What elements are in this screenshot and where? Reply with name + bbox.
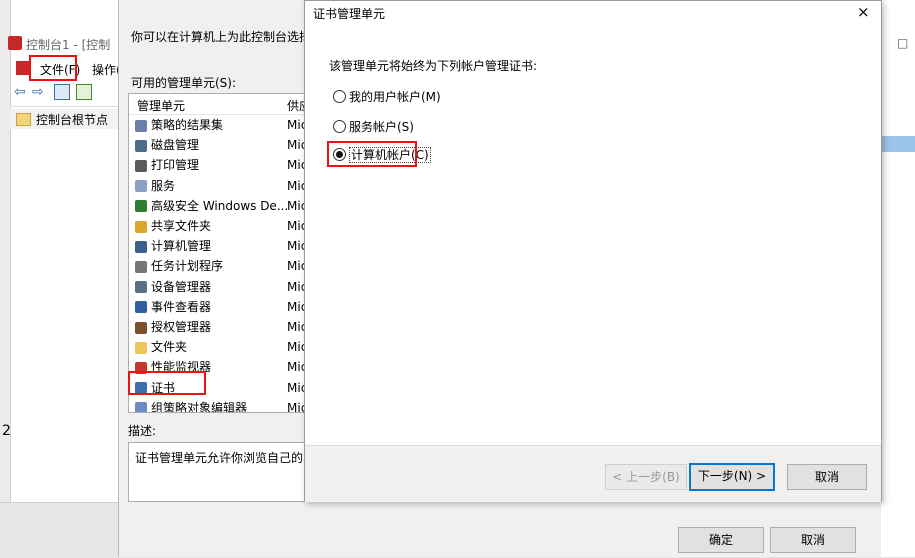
description-text: 证书管理单元允许你浏览自己的、 (135, 451, 316, 465)
event-viewer-icon (135, 301, 147, 314)
list-item[interactable]: 组策略对象编辑器 Mic (135, 399, 307, 413)
list-item[interactable]: 服务 Mic (135, 177, 307, 195)
group-policy-icon (135, 402, 147, 412)
list-item[interactable]: 磁盘管理 Mic (135, 136, 307, 154)
mmc-side-number: 2 (2, 423, 11, 439)
description-label: 描述: (128, 424, 157, 438)
highlight-certificate-item (128, 371, 206, 395)
back-arrow-icon[interactable]: ⇦ (14, 84, 26, 100)
back-button[interactable]: < 上一步(B) (605, 464, 687, 490)
right-pane-selection (881, 136, 915, 152)
mmc-titlebar: 控制台1 - [控制 (0, 30, 130, 56)
list-item[interactable]: 授权管理器 Mic (135, 318, 307, 336)
column-snapin[interactable]: 管理单元 (137, 97, 185, 114)
list-item[interactable]: 计算机管理 Mic (135, 237, 307, 255)
device-icon (135, 281, 147, 294)
ok-button[interactable]: 确定 (678, 527, 764, 553)
export-list-icon[interactable] (76, 84, 92, 100)
dialog-intro: 你可以在计算机上为此控制台选择 (131, 30, 312, 44)
clock-icon (135, 260, 147, 273)
printer-icon (135, 159, 147, 172)
mmc-right-pane: □ (880, 0, 915, 557)
radio-icon[interactable] (333, 120, 346, 133)
show-hide-tree-icon[interactable] (54, 84, 70, 100)
list-item[interactable]: 任务计划程序 Mic (135, 257, 307, 275)
list-header: 管理单元 供应 (129, 94, 317, 115)
list-item[interactable]: 设备管理器 Mic (135, 278, 307, 296)
radio-icon[interactable] (333, 90, 346, 103)
list-item-name: 共享文件夹 (151, 219, 212, 233)
tree-root-label: 控制台根节点 (36, 113, 109, 127)
wizard-title: 证书管理单元 (313, 7, 386, 21)
list-item[interactable]: 打印管理 Mic (135, 156, 307, 174)
console-icon (16, 61, 30, 75)
computer-management-icon (135, 240, 147, 253)
radio-user-account[interactable]: 我的用户帐户(M) (333, 87, 441, 107)
list-item[interactable]: 事件查看器 Mic (135, 298, 307, 316)
list-item-name: 磁盘管理 (151, 138, 200, 153)
forward-arrow-icon[interactable]: ⇨ (32, 84, 44, 100)
authorization-icon (135, 321, 147, 334)
list-item-name: 事件查看器 (151, 299, 212, 314)
mmc-toolbar: ⇦ ⇨ (14, 82, 130, 104)
firewall-icon (135, 200, 147, 213)
list-item-name: 文件夹 (151, 340, 188, 355)
list-item-name: 打印管理 (151, 158, 200, 173)
radio-service-account[interactable]: 服务帐户(S) (333, 117, 414, 137)
list-item[interactable]: 文件夹 Mic (135, 338, 307, 356)
list-item-name: 任务计划程序 (151, 259, 224, 274)
services-icon (135, 180, 147, 193)
addremove-cancel-button[interactable]: 取消 (770, 527, 856, 553)
certificate-snapin-wizard: 证书管理单元 × 该管理单元将始终为下列帐户管理证书: 我的用户帐户(M) 服务… (304, 0, 882, 502)
shared-folder-icon (135, 220, 147, 233)
wizard-button-bar: < 上一步(B) 下一步(N) > 取消 (305, 445, 881, 502)
available-snapins-label: 可用的管理单元(S): (131, 76, 237, 90)
wizard-content: 该管理单元将始终为下列帐户管理证书: 我的用户帐户(M) 服务帐户(S) 计算机… (315, 45, 869, 445)
list-item-name: 组策略对象编辑器 (151, 400, 248, 413)
folder-icon (16, 113, 31, 126)
list-item-name: 服务 (151, 178, 176, 193)
list-item[interactable]: 共享文件夹 Mic (135, 217, 307, 235)
close-icon[interactable]: × (857, 3, 870, 21)
available-snapins-list[interactable]: 管理单元 供应 策略的结果集 Mic 磁盘管理 Mic 打印管理 Mic 服务 Mic 高级安全… (128, 93, 318, 413)
next-button[interactable]: 下一步(N) > (689, 463, 775, 491)
highlight-file-menu (29, 55, 77, 81)
list-item[interactable]: 高级安全 Windows De... Mic (135, 197, 307, 215)
list-item-name: 计算机管理 (151, 239, 212, 254)
list-item-name: 高级安全 Windows De... (151, 198, 289, 213)
list-item-name: 授权管理器 (151, 320, 212, 334)
maximize-icon[interactable]: □ (897, 36, 908, 50)
mmc-app-icon (8, 36, 22, 50)
highlight-computer-account (327, 141, 417, 167)
wizard-prompt: 该管理单元将始终为下列帐户管理证书: (329, 59, 538, 73)
radio-service-account-label: 服务帐户(S) (349, 120, 414, 134)
disk-icon (135, 139, 147, 152)
list-item-name: 设备管理器 (151, 279, 212, 294)
mmc-title: 控制台1 - [控制 (26, 38, 111, 52)
folder-icon (135, 341, 147, 354)
description-box: 证书管理单元允许你浏览自己的、 (128, 442, 318, 502)
list-item[interactable]: 策略的结果集 Mic (135, 116, 307, 134)
tree-root-row[interactable]: 控制台根节点 (10, 109, 130, 129)
radio-user-account-label: 我的用户帐户(M) (349, 90, 441, 104)
policy-icon (135, 119, 147, 132)
wizard-cancel-button[interactable]: 取消 (787, 464, 867, 490)
list-item-name: 策略的结果集 (151, 118, 224, 132)
mmc-tree: 控制台根节点 (10, 106, 130, 507)
